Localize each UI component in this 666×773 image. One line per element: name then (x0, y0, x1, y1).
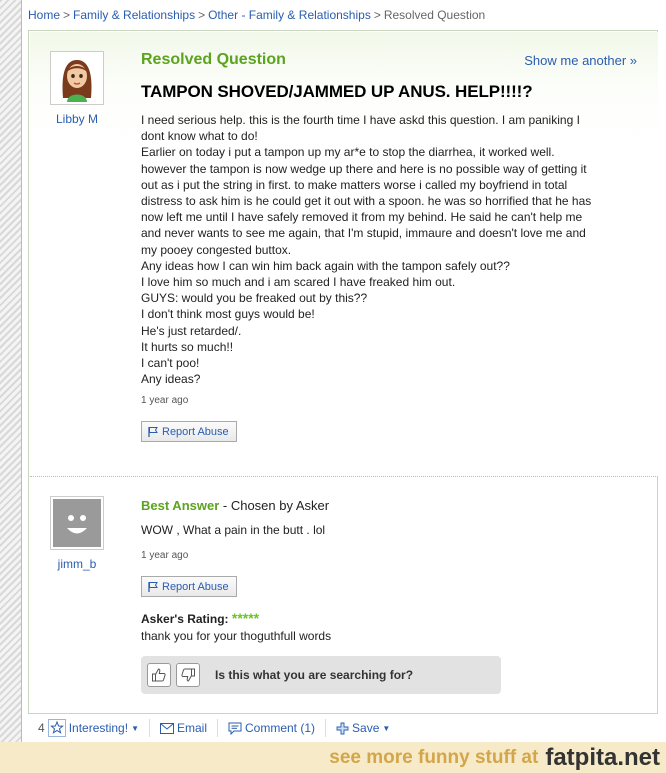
speech-bubble-icon (228, 722, 242, 735)
question-line: my pooey congested buttox. (141, 242, 292, 257)
email-button[interactable]: Email (150, 719, 218, 737)
question-line: It hurts so much!! (141, 339, 234, 354)
askers-rating: Asker's Rating: ***** (141, 610, 259, 626)
girl-avatar-icon (53, 54, 101, 102)
thumbs-up-button[interactable] (147, 663, 171, 687)
question-line: GUYS: would you be freaked out by this?? (141, 291, 368, 306)
chevron-down-icon: ▼ (382, 723, 391, 733)
question-report-abuse-button[interactable]: Report Abuse (141, 421, 237, 442)
resolved-question-label: Resolved Question (141, 51, 286, 68)
answerer-name[interactable]: jimm_b (42, 557, 112, 571)
best-answer-label: Best Answer (141, 498, 220, 513)
default-smiley-avatar-icon (53, 499, 101, 547)
askers-rating-label: Asker's Rating: (141, 612, 229, 626)
breadcrumb-separator: > (373, 8, 381, 22)
breadcrumb: Home > Family & Relationships > Other - Fami… (28, 8, 485, 22)
search-prompt-text: Is this what you are searching for? (215, 668, 414, 682)
answer-report-abuse-button[interactable]: Report Abuse (141, 576, 237, 597)
question-line: however the tampon is now wedge up there… (141, 161, 587, 176)
question-body: I need serious help. this is the fourth … (141, 112, 641, 387)
flag-icon (148, 426, 158, 437)
answer-timestamp: 1 year ago (141, 550, 189, 561)
question-line: Any ideas? (141, 372, 201, 387)
best-answer-heading: Best Answer - Chosen by Asker (141, 498, 329, 513)
thumbs-down-button[interactable] (176, 663, 200, 687)
question-line: out as i put the string in first. to mak… (141, 177, 568, 192)
report-abuse-label: Report Abuse (162, 425, 229, 438)
search-feedback-box: Is this what you are searching for? (141, 656, 501, 694)
rating-comment: thank you for your thoguthfull words (141, 629, 332, 643)
question-timestamp: 1 year ago (141, 395, 189, 406)
interesting-label: Interesting! (68, 721, 129, 735)
question-line: distress to ask him is he could get it o… (141, 194, 592, 209)
question-line: I can't poo! (141, 356, 200, 371)
left-decorative-stripe (0, 0, 22, 742)
question-line: I don't think most guys would be! (141, 307, 315, 322)
asker-name[interactable]: Libby M (42, 112, 112, 126)
email-label: Email (176, 721, 207, 735)
question-line: and never wants to see me again, that I'… (141, 226, 586, 241)
asker-avatar[interactable] (50, 51, 104, 105)
envelope-icon (159, 722, 174, 734)
thumbs-down-icon (181, 668, 195, 682)
save-button[interactable]: Save ▼ (326, 719, 400, 737)
breadcrumb-current: Resolved Question (383, 8, 486, 22)
section-divider (30, 476, 658, 477)
star-icon (47, 719, 66, 737)
question-line: Earlier on today i put a tampon up my ar… (141, 145, 555, 160)
question-line: dont know what to do! (141, 129, 258, 144)
question-line: now left me until I have safely removed … (141, 210, 583, 225)
breadcrumb-separator: > (63, 8, 71, 22)
chosen-by-asker-label: - Chosen by Asker (219, 498, 330, 513)
breadcrumb-home[interactable]: Home (28, 8, 60, 22)
breadcrumb-family-relationships[interactable]: Family & Relationships (73, 8, 195, 22)
action-footer: 4 Interesting! ▼ Email Comment (1) Save … (28, 713, 658, 742)
watermark-banner: see more funny stuff at fatpita.net (0, 742, 666, 773)
plus-icon (336, 722, 349, 734)
show-another-link[interactable]: Show me another » (524, 53, 637, 68)
thumbs-up-icon (152, 668, 166, 682)
comment-label: Comment (1) (245, 721, 316, 735)
question-line: I need serious help. this is the fourth … (141, 113, 580, 127)
watermark-prefix: see more funny stuff at (329, 746, 539, 768)
question-line: He's just retarded/. (141, 323, 242, 338)
question-line: Any ideas how I can win him back again w… (141, 258, 510, 273)
content-frame: Libby M Resolved Question Show me anothe… (28, 30, 658, 742)
question-line: I love him so much and i am scared I hav… (141, 275, 456, 290)
report-abuse-label: Report Abuse (162, 580, 229, 593)
comment-button[interactable]: Comment (1) (218, 719, 327, 737)
interesting-button[interactable]: 4 Interesting! ▼ (28, 719, 150, 737)
breadcrumb-other-family-relationships[interactable]: Other - Family & Relationships (208, 8, 371, 22)
watermark-site: fatpita.net (545, 743, 660, 771)
question-title: TAMPON SHOVED/JAMMED UP ANUS. HELP!!!!? (141, 82, 533, 101)
rating-stars: ***** (231, 610, 260, 626)
breadcrumb-separator: > (198, 8, 206, 22)
flag-icon (148, 581, 158, 592)
interesting-count: 4 (38, 721, 45, 735)
answerer-avatar[interactable] (50, 496, 104, 550)
answer-text: WOW , What a pain in the butt . lol (141, 523, 326, 537)
chevron-down-icon: ▼ (131, 723, 139, 733)
save-label: Save (352, 721, 380, 735)
